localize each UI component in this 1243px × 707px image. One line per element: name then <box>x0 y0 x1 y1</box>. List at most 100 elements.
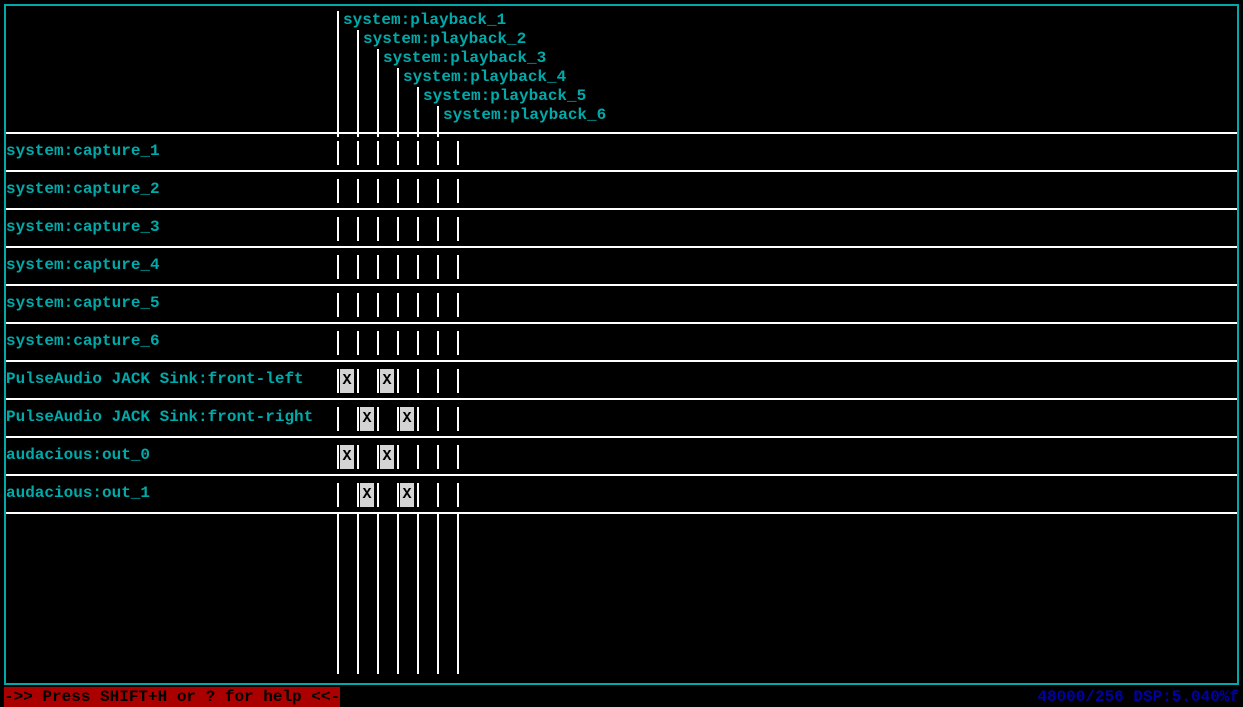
cell-divider <box>337 369 339 393</box>
row-label[interactable]: system:capture_6 <box>6 332 160 350</box>
cell-divider <box>417 483 419 507</box>
output-row[interactable]: system:capture_6 <box>6 324 1237 362</box>
cell-divider <box>377 255 379 279</box>
cell-divider <box>377 445 379 469</box>
connection-x[interactable]: X <box>340 445 354 469</box>
cell-divider <box>417 179 419 203</box>
connection-x[interactable]: X <box>400 407 414 431</box>
cell-divider <box>457 217 459 241</box>
output-row[interactable]: PulseAudio JACK Sink:front-left X X <box>6 362 1237 400</box>
column-divider-0 <box>337 11 339 137</box>
cell-divider <box>337 407 339 431</box>
row-label[interactable]: PulseAudio JACK Sink:front-right <box>6 408 313 426</box>
cell-divider <box>377 293 379 317</box>
cell-divider <box>377 407 379 431</box>
row-label[interactable]: system:capture_5 <box>6 294 160 312</box>
cell-divider <box>377 483 379 507</box>
cell-divider <box>397 217 399 241</box>
cell-divider <box>337 255 339 279</box>
cell-divider <box>437 293 439 317</box>
cell-divider <box>417 255 419 279</box>
cell-divider <box>397 369 399 393</box>
cell-divider <box>337 445 339 469</box>
cell-divider <box>337 331 339 355</box>
connection-x[interactable]: X <box>400 483 414 507</box>
cell-divider <box>457 483 459 507</box>
tail-column-bar <box>417 514 419 674</box>
row-label[interactable]: audacious:out_1 <box>6 484 150 502</box>
output-row[interactable]: PulseAudio JACK Sink:front-right X X <box>6 400 1237 438</box>
tail-column-bar <box>437 514 439 674</box>
row-label[interactable]: system:capture_2 <box>6 180 160 198</box>
connection-x[interactable]: X <box>340 369 354 393</box>
column-label-0[interactable]: system:playback_1 <box>343 11 506 29</box>
column-label-1[interactable]: system:playback_2 <box>363 30 526 48</box>
cell-divider <box>337 141 339 165</box>
cell-divider <box>377 369 379 393</box>
cell-divider <box>357 331 359 355</box>
connection-x[interactable]: X <box>380 445 394 469</box>
tail-column-bar <box>377 514 379 674</box>
tail-column-bar <box>397 514 399 674</box>
row-label[interactable]: PulseAudio JACK Sink:front-left <box>6 370 304 388</box>
output-row[interactable]: audacious:out_0 X X <box>6 438 1237 476</box>
column-label-4[interactable]: system:playback_5 <box>423 87 586 105</box>
cell-divider <box>357 445 359 469</box>
cell-divider <box>397 407 399 431</box>
output-row[interactable]: audacious:out_1 X X <box>6 476 1237 514</box>
column-label-2[interactable]: system:playback_3 <box>383 49 546 67</box>
cell-divider <box>377 179 379 203</box>
cell-divider <box>417 369 419 393</box>
column-divider-2 <box>377 49 379 137</box>
cell-divider <box>397 141 399 165</box>
cell-divider <box>437 331 439 355</box>
tail-column-bar <box>357 514 359 674</box>
row-label[interactable]: system:capture_4 <box>6 256 160 274</box>
cell-divider <box>357 369 359 393</box>
output-row[interactable]: system:capture_1 <box>6 134 1237 172</box>
cell-divider <box>457 255 459 279</box>
cell-divider <box>377 141 379 165</box>
cell-divider <box>397 255 399 279</box>
output-row[interactable]: system:capture_2 <box>6 172 1237 210</box>
cell-divider <box>337 293 339 317</box>
cell-divider <box>457 293 459 317</box>
column-divider-4 <box>417 87 419 137</box>
cell-divider <box>337 217 339 241</box>
cell-divider <box>357 141 359 165</box>
cell-divider <box>437 255 439 279</box>
connection-x[interactable]: X <box>360 407 374 431</box>
cell-divider <box>417 217 419 241</box>
connection-x[interactable]: X <box>360 483 374 507</box>
row-label[interactable]: system:capture_3 <box>6 218 160 236</box>
output-row[interactable]: system:capture_5 <box>6 286 1237 324</box>
row-label[interactable]: system:capture_1 <box>6 142 160 160</box>
column-divider-1 <box>357 30 359 137</box>
dsp-stats: 48000/256 DSP:5.040%f <box>1037 688 1239 706</box>
column-label-3[interactable]: system:playback_4 <box>403 68 566 86</box>
cell-divider <box>417 141 419 165</box>
status-bar: ->> Press SHIFT+H or ? for help <<- 4800… <box>4 687 1239 707</box>
column-label-5[interactable]: system:playback_6 <box>443 106 606 124</box>
cell-divider <box>357 407 359 431</box>
cell-divider <box>437 141 439 165</box>
row-label[interactable]: audacious:out_0 <box>6 446 150 464</box>
cell-divider <box>437 407 439 431</box>
output-row[interactable]: system:capture_4 <box>6 248 1237 286</box>
cell-divider <box>357 255 359 279</box>
cell-divider <box>397 483 399 507</box>
cell-divider <box>357 179 359 203</box>
cell-divider <box>397 445 399 469</box>
cell-divider <box>397 331 399 355</box>
cell-divider <box>437 217 439 241</box>
cell-divider <box>437 445 439 469</box>
cell-divider <box>337 483 339 507</box>
connection-x[interactable]: X <box>380 369 394 393</box>
output-row[interactable]: system:capture_3 <box>6 210 1237 248</box>
cell-divider <box>457 141 459 165</box>
matrix-rows: system:capture_1 system:capture_2 system:c… <box>6 134 1237 514</box>
cell-divider <box>437 369 439 393</box>
cell-divider <box>417 331 419 355</box>
cell-divider <box>437 483 439 507</box>
cell-divider <box>377 331 379 355</box>
